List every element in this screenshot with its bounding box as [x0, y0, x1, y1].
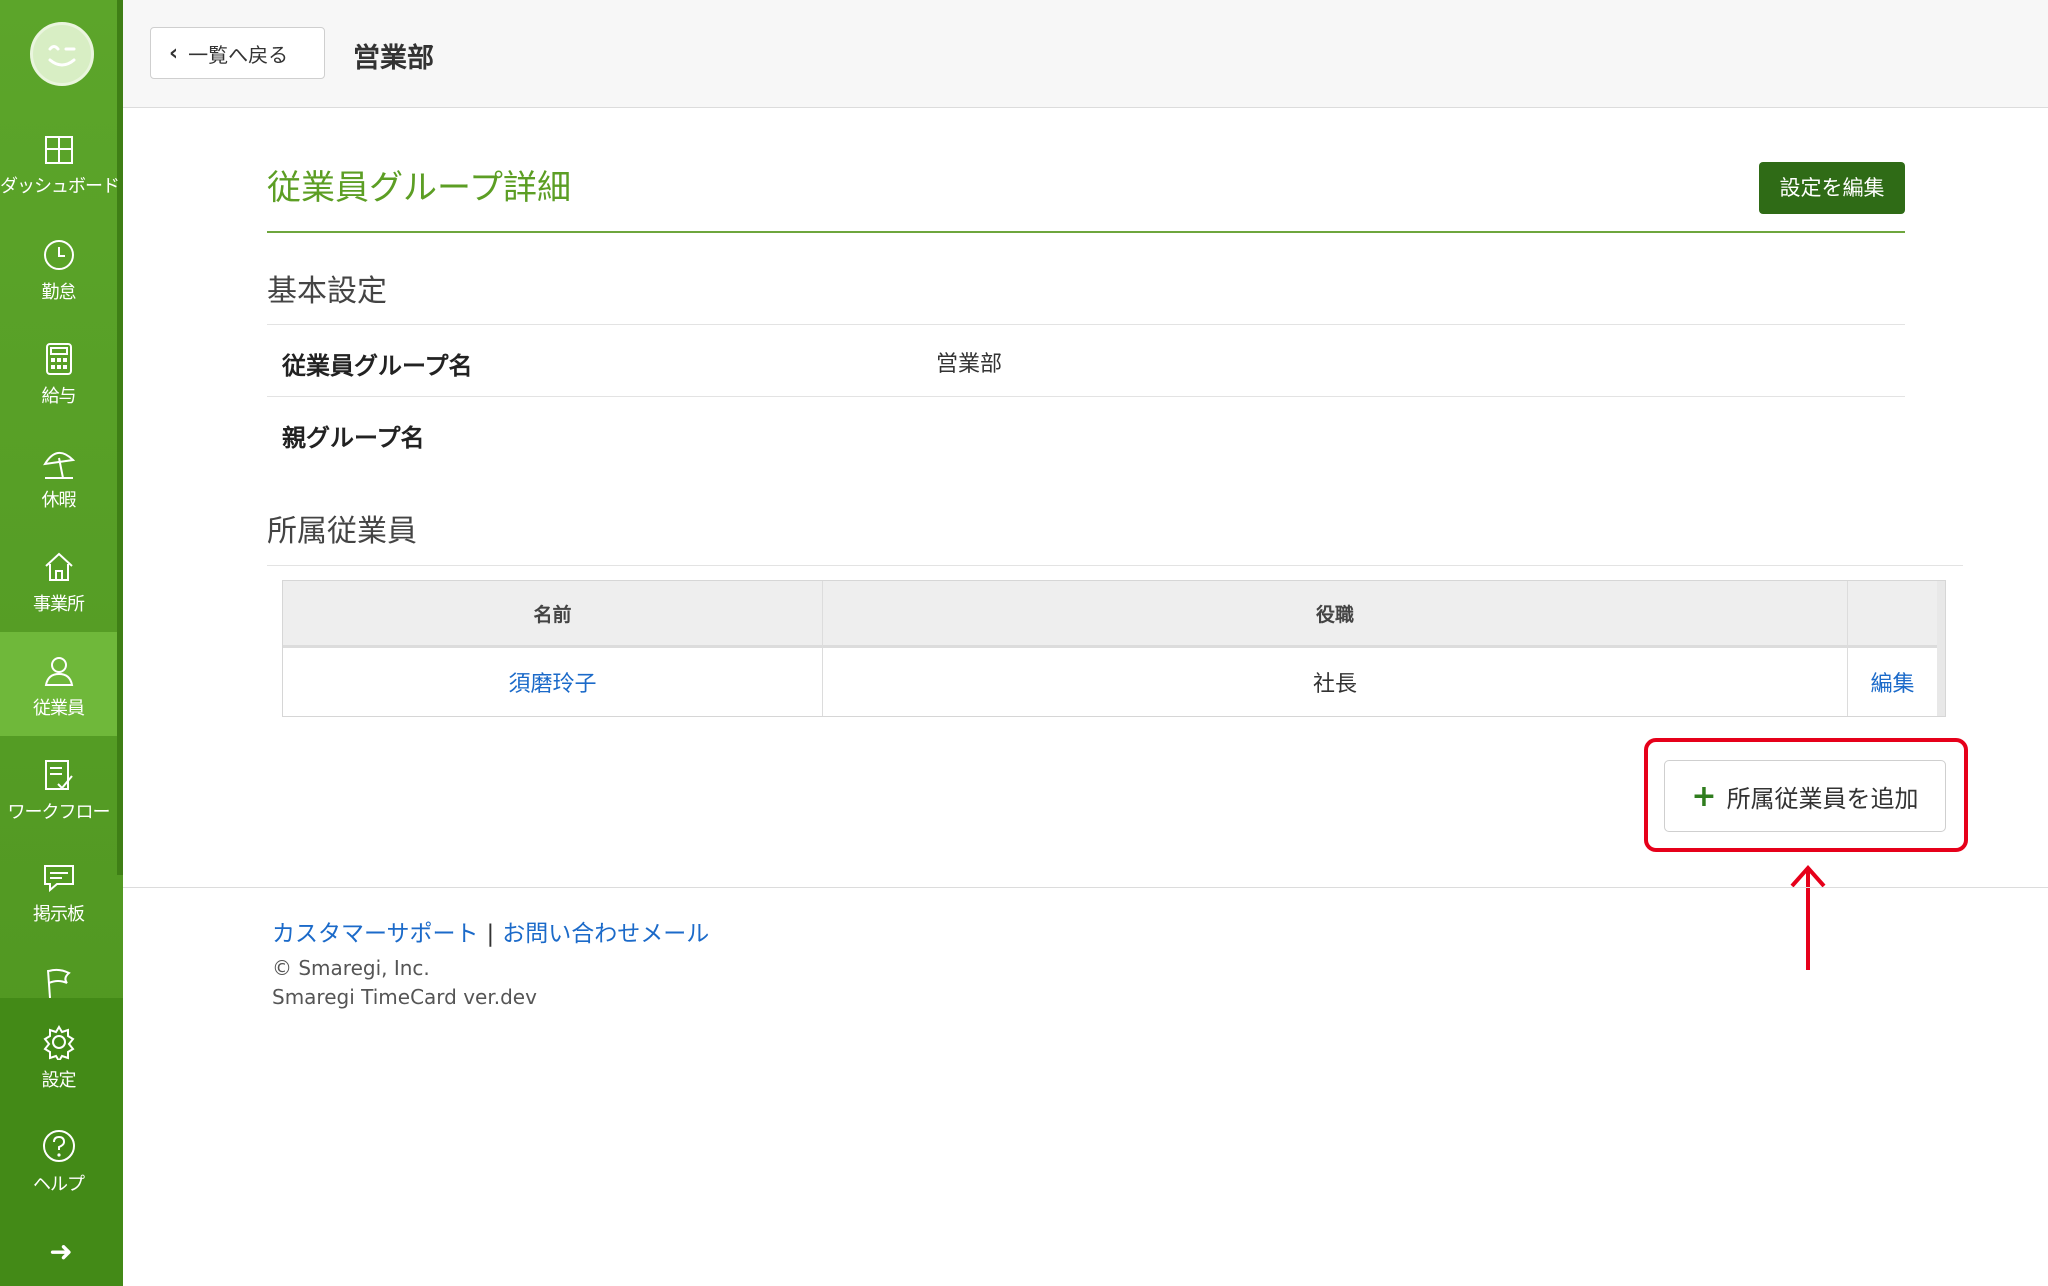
- version-text: Smaregi TimeCard ver.dev: [272, 985, 537, 1009]
- parent-group-label: 親グループ名: [282, 424, 425, 452]
- sidebar-item-label: ヘルプ: [33, 1174, 85, 1195]
- group-name-value: 営業部: [936, 352, 1003, 377]
- header-title: 営業部: [353, 43, 434, 74]
- sidebar-item-payroll[interactable]: 給与: [0, 320, 117, 424]
- table-header: 名前 役職: [283, 581, 1937, 648]
- divider: [267, 396, 1905, 397]
- members-table: 名前 役職 須磨玲子 社長 編集: [282, 580, 1946, 717]
- sidebar-item-label: 事業所: [33, 594, 85, 615]
- user-icon: [44, 657, 73, 686]
- arrow-right-icon[interactable]: ➜: [46, 1237, 76, 1267]
- sidebar-edge: [117, 0, 123, 875]
- members-section-title: 所属従業員: [267, 514, 417, 549]
- sidebar-item-attendance[interactable]: 勤怠: [0, 216, 117, 320]
- title-divider: [267, 231, 1905, 233]
- sidebar-item-help[interactable]: ヘルプ: [0, 1102, 117, 1206]
- add-member-label: 所属従業員を追加: [1726, 784, 1919, 813]
- sidebar-item-label: 掲示板: [33, 904, 85, 925]
- column-header-action: [1848, 581, 1937, 645]
- sidebar-item-label: 従業員: [33, 698, 85, 719]
- dashboard-icon: [44, 136, 73, 164]
- sidebar-item-flag[interactable]: [0, 944, 117, 999]
- sidebar-item-office[interactable]: 事業所: [0, 528, 117, 632]
- sidebar-item-dashboard[interactable]: ダッシュボード: [0, 112, 120, 216]
- sidebar-item-label: ダッシュボード: [0, 176, 120, 197]
- top-header: ‹ 一覧へ戻る 営業部: [123, 0, 2048, 108]
- customer-support-link[interactable]: カスタマーサポート: [272, 921, 479, 947]
- sidebar-item-employees[interactable]: 従業員: [0, 632, 117, 736]
- flag-icon: [46, 968, 71, 999]
- back-to-list-label: 一覧へ戻る: [188, 42, 289, 67]
- arrow-up-icon: [1790, 864, 1826, 970]
- member-name-link[interactable]: 須磨玲子: [283, 648, 822, 716]
- gear-icon: [43, 1025, 74, 1060]
- member-position: 社長: [1312, 672, 1357, 697]
- divider: [267, 324, 1905, 325]
- sidebar-item-label: 設定: [41, 1070, 77, 1091]
- footer-links: カスタマーサポート | お問い合わせメール: [272, 914, 709, 948]
- add-member-button[interactable]: + 所属従業員を追加: [1664, 760, 1946, 832]
- basic-settings-title: 基本設定: [267, 274, 387, 309]
- edit-member-link[interactable]: 編集: [1848, 648, 1937, 716]
- sidebar-item-label: 休暇: [41, 490, 77, 511]
- chat-icon: [43, 865, 74, 893]
- table-row: 須磨玲子 社長 編集: [283, 648, 1937, 716]
- group-name-label: 従業員グループ名: [282, 352, 473, 380]
- sidebar: ダッシュボード 勤怠 給与 休暇 事業所 従業員 ワークフロー 掲示板 設定 ヘ…: [0, 0, 123, 1286]
- footer-separator: |: [486, 921, 495, 947]
- sidebar-item-label: 勤怠: [41, 282, 77, 303]
- sidebar-item-leave[interactable]: 休暇: [0, 424, 117, 528]
- back-to-list-button[interactable]: ‹ 一覧へ戻る: [150, 27, 325, 79]
- chevron-left-icon: ‹: [169, 40, 179, 66]
- column-header-name[interactable]: 名前: [283, 581, 822, 645]
- beach-umbrella-icon: [42, 452, 75, 479]
- calculator-icon: [45, 343, 72, 375]
- sidebar-item-label: 給与: [41, 386, 77, 407]
- app-logo[interactable]: [30, 22, 94, 86]
- footer-divider: [123, 887, 2048, 888]
- page-title: 従業員グループ詳細: [267, 168, 571, 208]
- checklist-icon: [44, 760, 73, 790]
- clock-icon: [43, 240, 74, 270]
- copyright-text: © Smaregi, Inc.: [272, 956, 430, 980]
- contact-email-link[interactable]: お問い合わせメール: [502, 921, 709, 947]
- sidebar-item-workflow[interactable]: ワークフロー: [0, 736, 117, 840]
- edit-settings-button[interactable]: 設定を編集: [1759, 162, 1905, 214]
- sidebar-item-label: ワークフロー: [7, 802, 111, 823]
- sidebar-item-settings[interactable]: 設定: [0, 998, 117, 1102]
- plus-icon: +: [1691, 778, 1717, 814]
- divider: [267, 565, 1963, 566]
- sidebar-item-bulletin[interactable]: 掲示板: [0, 840, 117, 944]
- column-header-position[interactable]: 役職: [823, 581, 1847, 645]
- smile-logo-icon: [34, 26, 90, 82]
- home-icon: [44, 552, 73, 581]
- table-scrollbar[interactable]: [1937, 581, 1945, 716]
- help-icon: [42, 1130, 75, 1162]
